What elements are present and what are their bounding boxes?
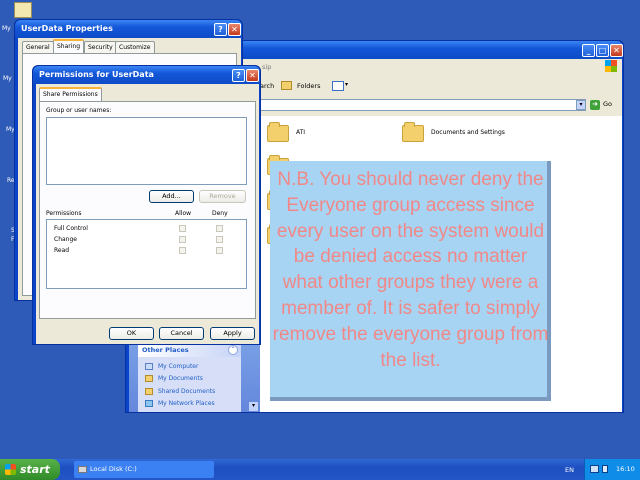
close-button[interactable]: ✕ (610, 44, 623, 57)
taskbar: start Local Disk (C:) EN 16:10 (0, 459, 640, 480)
folder-icon[interactable] (402, 122, 424, 142)
search-button-label[interactable]: arch (260, 82, 274, 90)
go-icon[interactable]: ➜ (590, 100, 600, 110)
permissions-title[interactable]: Permissions for UserData (33, 66, 260, 84)
volume-icon[interactable] (602, 465, 608, 473)
taskbar-item-local-disk[interactable]: Local Disk (C:) (74, 461, 214, 478)
permissions-dialog: Permissions for UserData ? ✕ Share Permi… (32, 65, 261, 345)
allow-checkbox (179, 225, 186, 232)
system-tray: 16:10 (584, 459, 640, 480)
taskbar-item-label: Local Disk (C:) (90, 465, 137, 473)
permission-label: Read (54, 247, 70, 254)
group-list[interactable] (46, 117, 247, 185)
address-partial: sip (262, 63, 272, 71)
shared-documents-icon (145, 388, 153, 395)
add-button[interactable]: Add... (149, 190, 194, 203)
other-places-link[interactable]: Shared Documents (158, 388, 215, 395)
windows-logo-icon (605, 60, 617, 72)
deny-checkbox (216, 225, 223, 232)
collapse-icon[interactable]: ⌃ (228, 345, 238, 355)
close-button[interactable]: ✕ (228, 23, 241, 36)
my-documents-icon (145, 375, 153, 382)
cancel-button[interactable]: Cancel (159, 327, 204, 340)
folders-icon (281, 81, 292, 90)
folder-label[interactable]: Documents and Settings (431, 129, 505, 136)
other-places-title[interactable]: Other Places (138, 344, 241, 357)
language-indicator[interactable]: EN (565, 466, 574, 474)
ok-button[interactable]: OK (109, 327, 154, 340)
desktop-icon-label: My (2, 25, 11, 32)
address-bar[interactable] (260, 99, 586, 111)
help-button[interactable]: ? (214, 23, 227, 36)
annotation-note: N.B. You should never deny the Everyone … (270, 161, 551, 401)
folder-icon[interactable] (267, 122, 289, 142)
permission-label: Full Control (54, 225, 88, 232)
permissions-body: Share Permissions Group or user names: A… (36, 84, 259, 344)
chevron-down-icon[interactable]: ▾ (345, 81, 348, 88)
other-places-link[interactable]: My Computer (158, 363, 198, 370)
my-computer-icon (145, 363, 153, 370)
properties-title[interactable]: UserData Properties (15, 20, 242, 38)
maximize-button[interactable]: □ (596, 44, 609, 57)
allow-checkbox (179, 247, 186, 254)
scrollbar-down-arrow[interactable]: ▾ (249, 402, 258, 411)
allow-header: Allow (175, 210, 192, 217)
tab-customize[interactable]: Customize (115, 41, 155, 53)
desktop-icon-mail[interactable] (14, 2, 32, 18)
start-label: start (20, 463, 50, 476)
network-icon[interactable] (590, 465, 599, 473)
clock[interactable]: 16:10 (616, 459, 635, 480)
network-places-icon (145, 400, 153, 407)
other-places-link[interactable]: My Documents (158, 375, 203, 382)
remove-button: Remove (199, 190, 246, 203)
minimize-button[interactable]: _ (582, 44, 595, 57)
deny-header: Deny (212, 210, 228, 217)
help-button[interactable]: ? (232, 69, 245, 82)
tab-general[interactable]: General (22, 41, 54, 53)
folder-label[interactable]: ATI (296, 129, 305, 136)
drive-icon (78, 466, 87, 473)
views-icon[interactable] (332, 81, 344, 91)
folders-button[interactable]: Folders (297, 82, 320, 90)
tab-share-permissions[interactable]: Share Permissions (39, 87, 102, 101)
desktop-icon-label: My (3, 75, 12, 82)
deny-checkbox (216, 247, 223, 254)
windows-logo-icon (5, 464, 16, 475)
tab-sharing[interactable]: Sharing (53, 39, 85, 53)
address-dropdown-icon[interactable]: ▾ (576, 100, 586, 110)
tab-security[interactable]: Security (84, 41, 117, 53)
permissions-header: Permissions (46, 210, 82, 217)
allow-checkbox (179, 236, 186, 243)
permission-label: Change (54, 236, 77, 243)
start-button[interactable]: start (0, 459, 60, 480)
apply-button[interactable]: Apply (210, 327, 255, 340)
other-places-link[interactable]: My Network Places (158, 400, 215, 407)
group-label: Group or user names: (46, 107, 112, 114)
deny-checkbox (216, 236, 223, 243)
go-button[interactable]: Go (603, 100, 612, 108)
note-text: N.B. You should never deny the Everyone … (272, 169, 549, 371)
close-button[interactable]: ✕ (246, 69, 259, 82)
